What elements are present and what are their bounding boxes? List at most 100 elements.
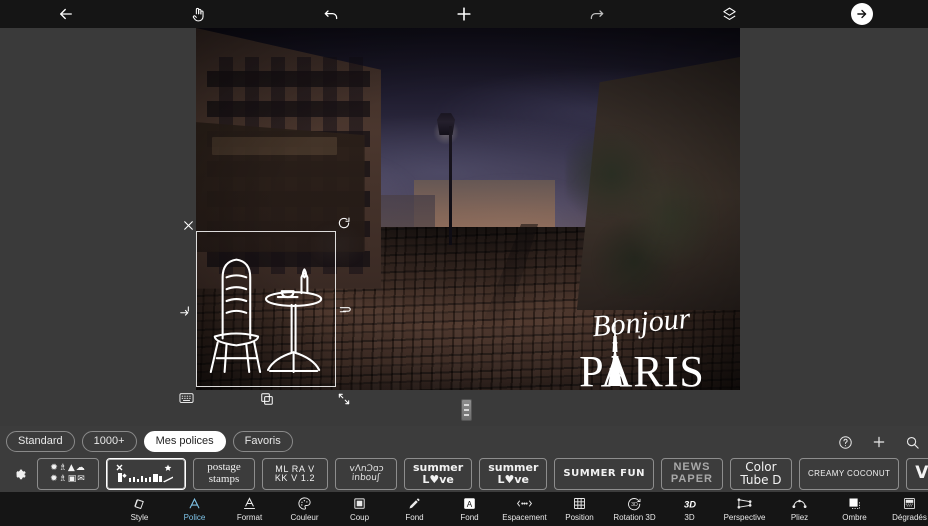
font-card-color-tube[interactable]: Color Tube D — [729, 458, 792, 490]
font-card-summer-love-2[interactable]: summer L♥ve — [479, 458, 548, 490]
spacing-icon — [516, 496, 533, 511]
nav-item-label: Ombre — [842, 513, 867, 522]
nav-item-label: Style — [130, 513, 149, 522]
help-button[interactable] — [838, 435, 853, 450]
font-card-newspaper[interactable]: NEWS PAPER — [660, 458, 723, 490]
nav-item-label: Police — [183, 513, 206, 522]
nav-item-position[interactable]: Position — [552, 492, 607, 526]
font-icon — [187, 496, 202, 511]
cityscape-glyph-icon — [116, 464, 173, 483]
add-icon — [454, 4, 474, 24]
help-icon — [839, 435, 852, 449]
redo-button[interactable] — [530, 0, 663, 28]
redo-icon — [588, 5, 606, 23]
hand-tool-button[interactable] — [133, 0, 266, 28]
nav-item-label: Rotation 3D — [613, 513, 656, 522]
photo-ivy — [565, 122, 719, 296]
nav-item-ombre[interactable]: Ombre — [827, 492, 882, 526]
layers-button[interactable] — [663, 0, 796, 28]
hand-tool-icon — [190, 6, 207, 23]
font-settings-button[interactable] — [8, 466, 30, 482]
nav-item-police[interactable]: Police — [167, 492, 222, 526]
align-handle[interactable] — [337, 302, 353, 318]
nav-item-label: Couleur — [290, 513, 319, 522]
font-list[interactable]: ✹♗▲☁ ✹♗▣✉ postage stamps ML RA V KK V 1.… — [0, 456, 928, 492]
keyboard-toggle-button[interactable] — [178, 391, 195, 405]
editor-stage[interactable]: Bonjour PARIS — [0, 28, 928, 426]
search-font-button[interactable] — [905, 435, 920, 450]
nav-item-espacement[interactable]: Espacement — [497, 492, 552, 526]
back-button[interactable] — [0, 0, 133, 28]
duplicate-icon — [261, 393, 273, 405]
nav-item-pliez[interactable]: Pliez — [772, 492, 827, 526]
plus-icon — [873, 436, 885, 448]
font-card-line2: L♥ve — [497, 473, 530, 486]
font-card-summer-love-1[interactable]: summer L♥ve — [404, 458, 473, 490]
nav-item-label: 3D — [684, 513, 695, 522]
nav-item-fond-bg[interactable]: A Fond — [442, 492, 497, 526]
tool-nav-bar: Style Police Format Couleur Coup Fond A … — [0, 492, 928, 526]
stroke-icon — [352, 496, 367, 511]
undo-button[interactable] — [265, 0, 398, 28]
nav-item-3d[interactable]: 3D 3D — [662, 492, 717, 526]
back-arrow-icon — [57, 5, 75, 23]
nav-item-label: Perspective — [723, 513, 766, 522]
position-grid-icon — [572, 496, 587, 511]
shadow-icon — [847, 496, 862, 511]
search-icon — [906, 436, 919, 449]
nav-item-degrades[interactable]: Dégradés — [882, 492, 928, 526]
font-card-creamy-coconut[interactable]: CREAMY COCONUT — [798, 458, 900, 490]
nudge-handle[interactable] — [178, 303, 194, 319]
color-palette-icon — [297, 496, 312, 511]
font-card-line2: stamps — [208, 473, 240, 485]
nav-item-perspective[interactable]: Perspective — [717, 492, 772, 526]
rotate-selection-handle[interactable] — [336, 215, 352, 231]
add-font-button[interactable] — [871, 434, 887, 450]
top-toolbar — [0, 0, 928, 28]
duplicate-layer-button[interactable] — [259, 391, 275, 407]
nav-item-rotation-3d[interactable]: 3D Rotation 3D — [607, 492, 662, 526]
nav-item-label: Pliez — [790, 513, 809, 522]
font-card-line1: CREAMY COCONUT — [807, 468, 891, 478]
font-category-tabs: Standard 1000+ Mes polices Favoris — [6, 431, 293, 452]
nav-item-label: Coup — [349, 513, 370, 522]
font-card-vandal[interactable]: vɅnƆɑɔ inbouʃ — [335, 458, 397, 490]
font-card-ml-ra[interactable]: ML RA V KK V 1.2 — [262, 458, 328, 490]
nav-item-style[interactable]: Style — [112, 492, 167, 526]
font-card-summer-fun[interactable]: SUMMER FUN — [554, 458, 654, 490]
layers-icon — [721, 6, 738, 23]
font-card-line2: PAPER — [670, 473, 713, 485]
font-card-line2: inbouʃ — [351, 473, 381, 483]
font-tab-1000plus[interactable]: 1000+ — [81, 431, 137, 452]
font-panel-actions — [838, 431, 920, 453]
font-tab-standard[interactable]: Standard — [6, 431, 75, 452]
close-selection-button[interactable] — [180, 217, 196, 233]
font-card-postage-stamps[interactable]: postage stamps — [193, 458, 255, 490]
nudge-arrow-icon — [180, 306, 189, 316]
cafe-chair-table-graphic[interactable] — [197, 232, 335, 386]
next-button[interactable] — [795, 0, 928, 28]
photo-lamp-head — [436, 113, 455, 136]
selected-layer-bounds[interactable] — [196, 231, 336, 387]
font-card-line2: Tube D — [740, 473, 782, 487]
font-card-vibe[interactable]: VIBE — [906, 458, 928, 490]
nav-item-coup[interactable]: Coup — [332, 492, 387, 526]
canvas-drag-handle[interactable] — [461, 399, 472, 421]
perspective-icon — [736, 496, 753, 511]
font-tab-mes-polices[interactable]: Mes polices — [143, 431, 226, 452]
font-card-glyphs[interactable]: ✹♗▲☁ ✹♗▣✉ — [37, 458, 99, 490]
font-card-cityscape-selected[interactable] — [106, 458, 186, 490]
add-button[interactable] — [398, 0, 531, 28]
nav-item-fond-pen[interactable]: Fond — [387, 492, 442, 526]
svg-text:3D: 3D — [631, 502, 638, 508]
app-root: Bonjour PARIS Standard 1000+ Mes polices… — [0, 0, 928, 526]
nav-item-format[interactable]: Format — [222, 492, 277, 526]
font-tab-favoris[interactable]: Favoris — [232, 431, 293, 452]
keyboard-icon — [179, 393, 194, 403]
nav-item-couleur[interactable]: Couleur — [277, 492, 332, 526]
resize-selection-handle[interactable] — [336, 391, 352, 407]
font-panel: Standard 1000+ Mes polices Favoris ✹♗▲☁ … — [0, 426, 928, 492]
font-card-line1: SUMMER FUN — [563, 467, 645, 479]
nav-item-label: Position — [565, 513, 594, 522]
font-card-line2: L♥ve — [422, 473, 454, 486]
